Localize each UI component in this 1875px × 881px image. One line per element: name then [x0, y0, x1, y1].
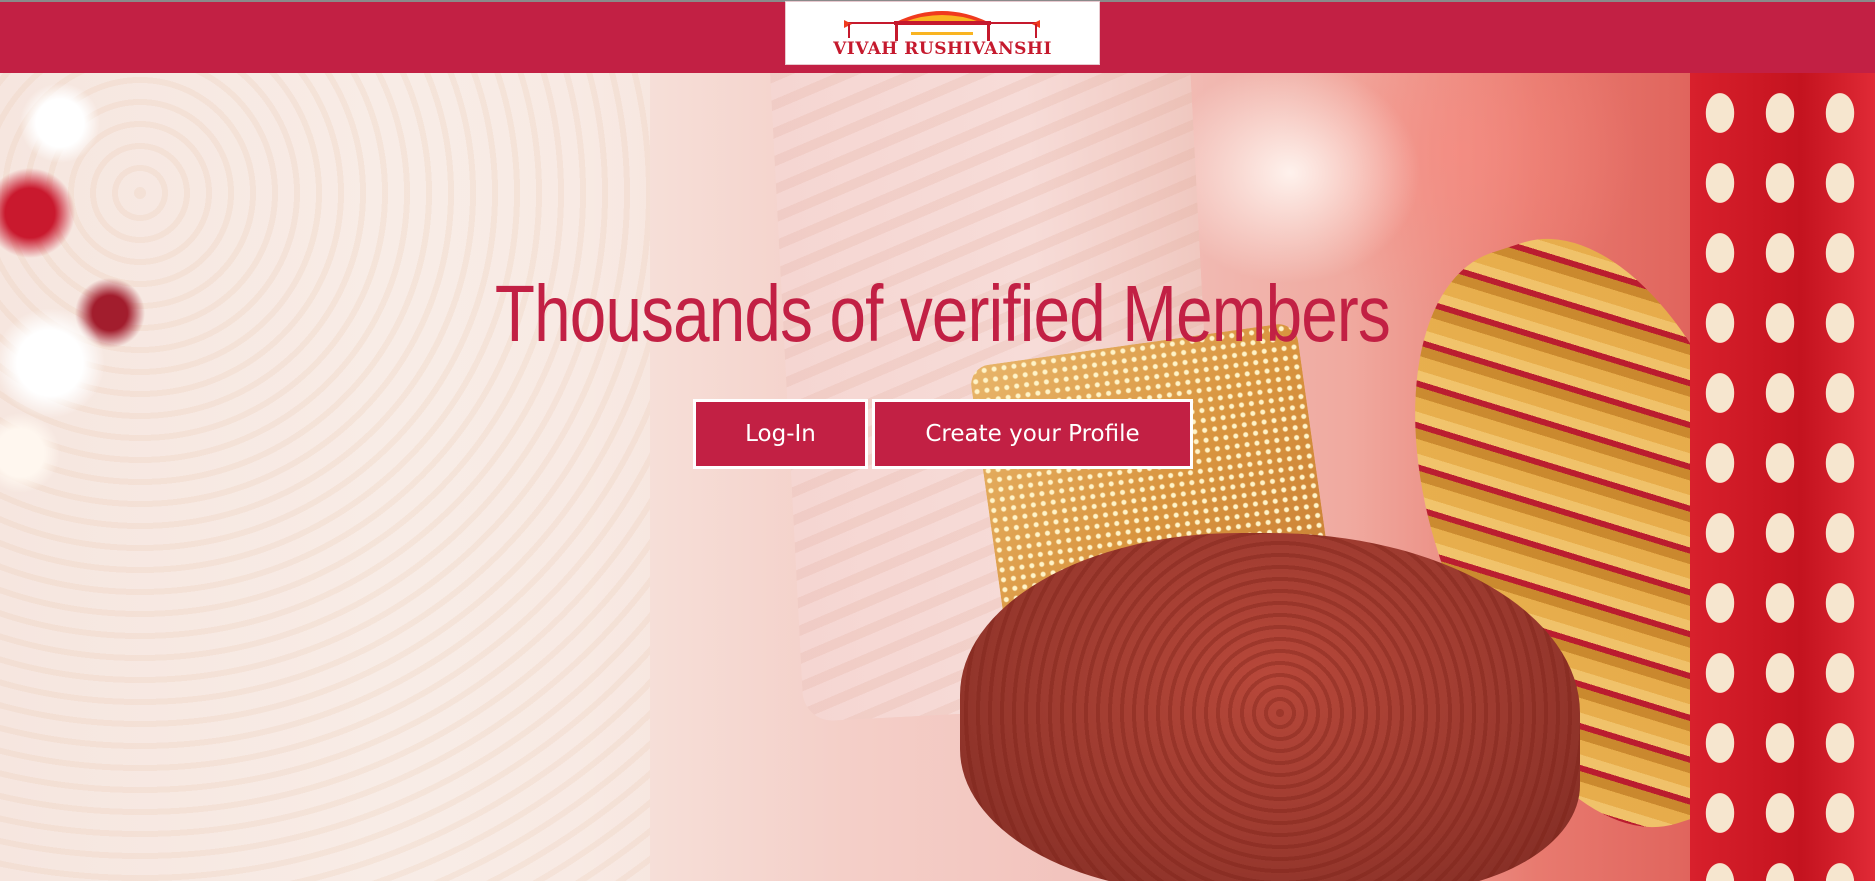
- landing-page: VIVAH RUSHIVANSHI Thousands of verified …: [0, 0, 1875, 881]
- hero-headline: Thousands of verified Members: [494, 269, 1391, 358]
- hero-content: Thousands of verified Members Log-In Cre…: [0, 0, 1875, 881]
- create-profile-button[interactable]: Create your Profile: [872, 399, 1193, 469]
- login-button[interactable]: Log-In: [693, 399, 868, 469]
